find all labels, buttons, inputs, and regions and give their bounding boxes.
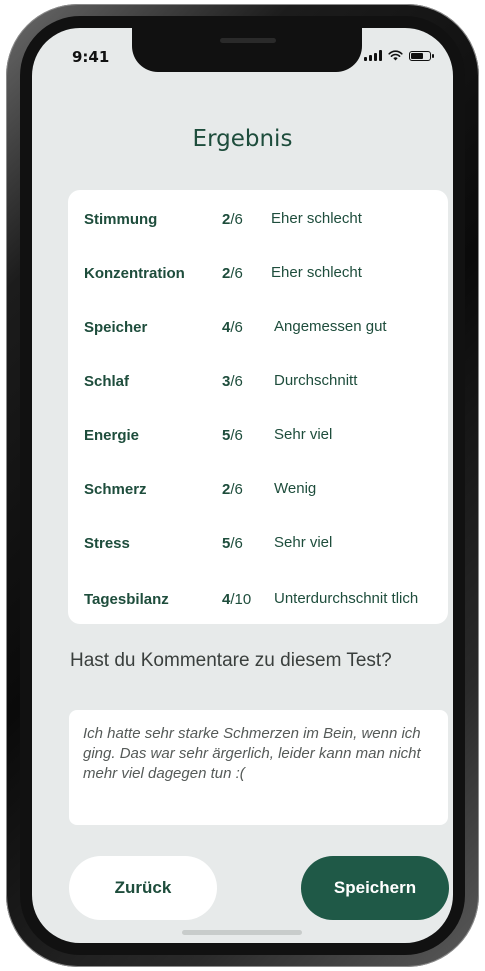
result-score: 2/6 [222, 264, 243, 282]
result-row-schlaf: Schlaf 3/6 Durchschnitt [68, 361, 448, 401]
result-row-stimmung: Stimmung 2/6 Eher schlecht [68, 199, 448, 239]
result-row-konzentration: Konzentration 2/6 Eher schlecht [68, 253, 448, 293]
result-score: 3/6 [222, 372, 243, 390]
signal-icon [364, 50, 382, 61]
result-name: Schlaf [84, 372, 130, 390]
result-description: Durchschnitt [274, 372, 358, 389]
result-row-tagesbilanz: Tagesbilanz 4/10 Unterdurchschnit tlich [68, 579, 448, 619]
result-score: 5/6 [222, 426, 243, 444]
result-row-stress: Stress 5/6 Sehr viel [68, 523, 448, 563]
result-score: 5/6 [222, 534, 243, 552]
comment-heading: Hast du Kommentare zu diesem Test? [70, 650, 392, 671]
result-description: Unterdurchschnit tlich [274, 590, 419, 607]
status-icons [364, 50, 434, 61]
status-time: 9:41 [72, 48, 110, 66]
result-name: Tagesbilanz [84, 590, 169, 608]
result-score: 4/10 [222, 590, 252, 608]
result-row-speicher: Speicher 4/6 Angemessen gut [68, 307, 448, 347]
speaker-grille [220, 38, 276, 43]
result-name: Speicher [84, 318, 148, 336]
result-description: Eher schlecht [271, 210, 362, 227]
result-row-schmerz: Schmerz 2/6 Wenig [68, 469, 448, 509]
save-button[interactable]: Speichern [301, 856, 449, 920]
result-row-energie: Energie 5/6 Sehr viel [68, 415, 448, 455]
result-description: Sehr viel [274, 426, 333, 443]
app-screen: 9:41 Ergebnis Stimmung 2/6 Eher schlecht… [32, 28, 453, 943]
results-card: Stimmung 2/6 Eher schlecht Konzentration… [68, 190, 448, 624]
result-score: 2/6 [222, 480, 243, 498]
phone-bezel: 9:41 Ergebnis Stimmung 2/6 Eher schlecht… [20, 16, 465, 955]
phone-frame: 9:41 Ergebnis Stimmung 2/6 Eher schlecht… [6, 4, 479, 967]
battery-icon [409, 50, 434, 61]
home-indicator [182, 930, 302, 935]
result-name: Schmerz [84, 480, 147, 498]
result-score: 4/6 [222, 318, 243, 336]
result-description: Angemessen gut [274, 318, 387, 335]
result-description: Wenig [274, 480, 317, 497]
page-title: Ergebnis [192, 126, 293, 152]
result-description: Eher schlecht [271, 264, 362, 281]
result-name: Konzentration [84, 264, 185, 282]
wifi-icon [388, 50, 403, 61]
result-score: 2/6 [222, 210, 243, 228]
result-name: Energie [84, 426, 140, 444]
result-name: Stress [84, 534, 130, 552]
result-name: Stimmung [84, 210, 158, 228]
back-button[interactable]: Zurück [69, 856, 217, 920]
comment-input[interactable]: Ich hatte sehr starke Schmerzen im Bein,… [69, 710, 448, 825]
notch [132, 28, 362, 72]
result-description: Sehr viel [274, 534, 333, 551]
